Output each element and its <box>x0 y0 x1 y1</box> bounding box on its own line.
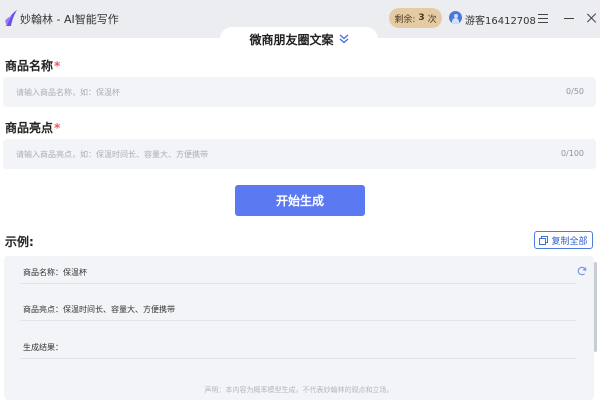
user-avatar-icon[interactable] <box>449 11 462 24</box>
double-chevron-down-icon[interactable] <box>339 34 349 44</box>
app-title: 妙翰林 - AI智能写作 <box>20 13 119 26</box>
close-button[interactable] <box>584 10 600 26</box>
product-name-label: 商品名称* <box>5 59 61 73</box>
product-name-input[interactable]: 请输入商品名称，如：保温杯 0/50 <box>3 77 596 107</box>
refresh-icon[interactable] <box>577 266 587 276</box>
quota-unit: 次 <box>427 14 437 25</box>
quota-label: 剩余: <box>394 14 416 25</box>
example-product-name: 商品名称：保温杯 <box>23 268 87 277</box>
minimize-button[interactable] <box>561 10 577 26</box>
example-row: 生成结果： <box>20 333 576 359</box>
copy-all-label: 复制全部 <box>551 236 588 247</box>
product-highlight-input[interactable]: 请输入商品亮点，如：保温时间长、容量大、方便携带 0/100 <box>3 139 596 169</box>
example-row: 商品亮点：保温时间长、容量大、方便携带 <box>20 295 576 321</box>
product-highlight-char-count: 0/100 <box>560 149 584 158</box>
required-mark: * <box>54 59 61 73</box>
scrollbar[interactable] <box>594 262 597 352</box>
quota-count: 3 <box>418 13 425 23</box>
example-title: 示例: <box>5 235 34 249</box>
example-panel: 商品名称：保温杯 商品亮点：保温时间长、容量大、方便携带 生成结果： 声明：本内… <box>4 256 594 400</box>
menu-button[interactable] <box>535 10 551 26</box>
product-name-placeholder: 请输入商品名称，如：保温杯 <box>16 88 120 97</box>
tab-wechat-moments-copy[interactable]: 微商朋友圈文案 <box>220 27 378 51</box>
app-logo-icon <box>5 10 17 26</box>
start-generate-button[interactable]: 开始生成 <box>235 185 365 216</box>
product-highlight-label: 商品亮点* <box>5 121 61 135</box>
disclaimer-text: 声明：本内容为概率模型生成，不代表妙翰林的观点和立场。 <box>204 386 394 394</box>
required-mark: * <box>54 121 61 135</box>
example-generated-result: 生成结果： <box>23 343 63 352</box>
example-product-highlight: 商品亮点：保温时间长、容量大、方便携带 <box>23 305 175 314</box>
product-highlight-placeholder: 请输入商品亮点，如：保温时间长、容量大、方便携带 <box>16 150 208 159</box>
copy-all-button[interactable]: 复制全部 <box>534 231 593 249</box>
example-row: 商品名称：保温杯 <box>20 258 576 284</box>
tab-label: 微商朋友圈文案 <box>249 32 334 47</box>
username[interactable]: 游客16412708 <box>465 12 536 27</box>
product-name-char-count: 0/50 <box>566 87 584 96</box>
copy-icon <box>539 235 549 245</box>
remaining-quota-badge[interactable]: 剩余: 3 次 <box>389 8 442 28</box>
